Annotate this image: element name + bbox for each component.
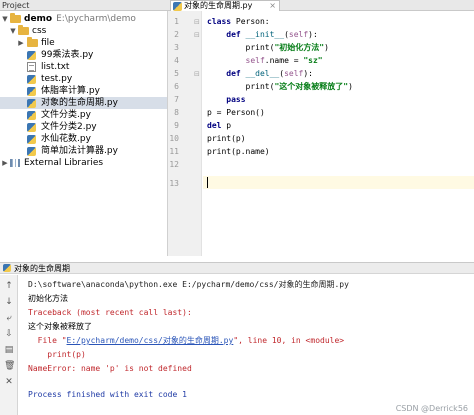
tree-item-label: 99乘法表.py — [41, 50, 94, 60]
line-number: 9 — [174, 121, 179, 130]
console-line: 初始化方法 — [28, 294, 68, 303]
line-number: 12 — [169, 160, 179, 169]
run-console-output[interactable]: D:\software\anaconda\python.exe E:/pycha… — [19, 275, 474, 415]
code-line: print("初始化方法") — [245, 43, 329, 52]
line-number: 13 — [169, 179, 179, 188]
code-line: pass — [226, 95, 246, 104]
console-line-command: D:\software\anaconda\python.exe E:/pycha… — [28, 280, 349, 289]
fold-icon[interactable]: ⊟ — [194, 31, 200, 39]
top-strip: Project 对象的生命周期.py × — [0, 0, 474, 11]
code-line: print(p.name) — [207, 147, 270, 156]
code-line: del p — [207, 121, 232, 130]
line-number: 7 — [174, 95, 179, 104]
folder-icon — [18, 25, 29, 35]
traceback-file-link[interactable]: E:/pycharm/demo/css/对象的生命周期.py — [67, 336, 234, 345]
trash-icon[interactable]: 🗑 — [4, 361, 15, 371]
tree-item-label: 体脂率计算.py — [41, 86, 100, 96]
line-number: 3 — [174, 43, 179, 52]
code-line: p = Person() — [207, 108, 265, 117]
code-line: def __init__(self): — [226, 30, 318, 39]
console-line: 这个对象被释放了 — [28, 322, 92, 331]
chevron-down-icon[interactable]: ▼ — [1, 13, 9, 25]
code-area[interactable]: class Person: def __init__(self): print(… — [203, 11, 474, 256]
python-file-icon — [173, 2, 182, 11]
python-file-icon — [27, 123, 36, 132]
run-tab-header[interactable]: 对象的生命周期 — [0, 262, 474, 274]
python-file-icon — [27, 87, 36, 96]
line-number: 10 — [169, 134, 179, 143]
code-line: def __del__(self): — [226, 69, 313, 78]
tree-item-file-selected[interactable]: 对象的生命周期.py — [0, 97, 167, 109]
scroll-to-end-icon[interactable]: ⇩ — [4, 329, 14, 339]
down-arrow-icon[interactable]: ↓ — [4, 297, 14, 307]
console-line-error: print(p) — [28, 350, 86, 359]
up-arrow-icon[interactable]: ↑ — [4, 281, 14, 291]
project-tool-tab[interactable]: Project — [2, 0, 29, 11]
chevron-down-icon[interactable]: ▼ — [9, 25, 17, 37]
text-file-icon — [27, 62, 36, 72]
tree-item-label: list.txt — [41, 62, 70, 72]
tree-item-label: file — [41, 38, 55, 48]
library-icon — [10, 159, 20, 167]
code-line: self.name = "sz" — [245, 56, 323, 65]
line-number-gutter: 1 2 3 4 5 6 7 8 9 10 11 12 13 ⊟ ⊟ ⊟ — [168, 11, 202, 256]
line-number: 8 — [174, 108, 179, 117]
line-number: 5 — [174, 69, 179, 78]
python-file-icon — [3, 264, 11, 272]
console-line-error: Traceback (most recent call last): — [28, 308, 192, 317]
python-file-icon — [27, 99, 36, 108]
close-icon[interactable]: ✕ — [4, 377, 14, 387]
tree-item-label: 对象的生命周期.py — [41, 98, 118, 108]
python-file-icon — [27, 51, 36, 60]
folder-icon — [10, 13, 21, 23]
tree-item-label: css — [32, 26, 47, 36]
python-file-icon — [27, 135, 36, 144]
python-file-icon — [27, 111, 36, 120]
line-number: 4 — [174, 56, 179, 65]
tree-item-label: 简单加法计算器.py — [41, 146, 118, 156]
root-path: E:\pycharm\demo — [56, 14, 136, 24]
text-caret — [207, 177, 208, 188]
run-toolbar: ↑ ↓ ⤶ ⇩ ▤ 🗑 ✕ — [0, 275, 18, 415]
chevron-right-icon[interactable]: ▶ — [17, 37, 25, 49]
console-line-exit: Process finished with exit code 1 — [28, 390, 187, 399]
tree-item-label: External Libraries — [24, 158, 104, 168]
watermark: CSDN @Derrick56 — [395, 404, 468, 413]
line-number: 6 — [174, 82, 179, 91]
close-tab-icon[interactable]: × — [269, 1, 276, 11]
python-file-icon — [27, 147, 36, 156]
fold-icon[interactable]: ⊟ — [194, 18, 200, 26]
python-file-icon — [27, 75, 36, 84]
console-line-error: File "E:/pycharm/demo/css/对象的生命周期.py", l… — [28, 336, 345, 345]
code-line: print(p) — [207, 134, 246, 143]
code-line: class Person: — [207, 17, 270, 26]
run-tab-title: 对象的生命周期 — [14, 264, 70, 273]
line-number: 11 — [169, 147, 179, 156]
tree-item-label: test.py — [41, 74, 73, 84]
soft-wrap-icon[interactable]: ⤶ — [4, 313, 14, 323]
editor-tab-label: 对象的生命周期.py — [184, 1, 253, 10]
code-line: print("这个对象被释放了") — [245, 82, 353, 91]
tree-item-label: 文件分类2.py — [41, 122, 97, 132]
tree-item-label: 文件分类.py — [41, 110, 91, 120]
console-line-error: NameError: name 'p' is not defined — [28, 364, 192, 373]
line-number: 1 — [174, 17, 179, 26]
project-tree[interactable]: ▼ demo E:\pycharm\demo ▼ css ▶ file 99乘法表… — [0, 11, 168, 256]
editor-tab[interactable]: 对象的生命周期.py × — [170, 0, 280, 11]
chevron-right-icon[interactable]: ▶ — [1, 157, 9, 169]
folder-icon — [27, 37, 38, 47]
code-editor[interactable]: 1 2 3 4 5 6 7 8 9 10 11 12 13 ⊟ ⊟ ⊟ clas… — [168, 11, 474, 256]
line-number: 2 — [174, 30, 179, 39]
fold-icon[interactable]: ⊟ — [194, 70, 200, 78]
root-name: demo — [24, 14, 53, 24]
print-icon[interactable]: ▤ — [4, 345, 14, 355]
tree-item-label: 水仙花数.py — [41, 134, 91, 144]
